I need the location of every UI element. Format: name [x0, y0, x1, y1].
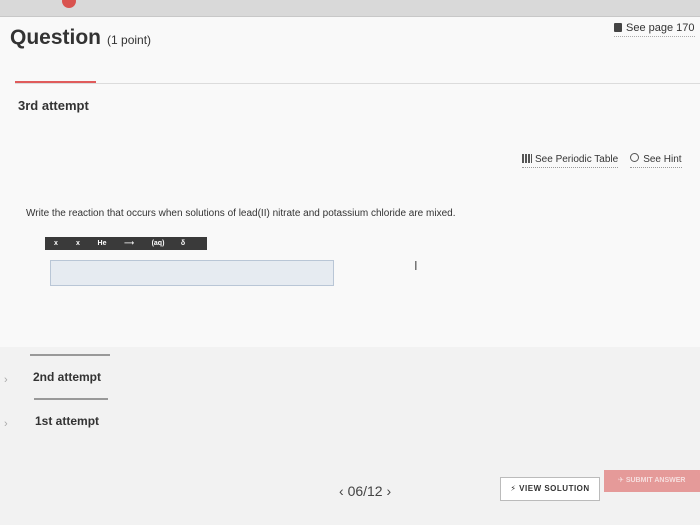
footer: ‹ 06/12 › ⚡ VIEW SOLUTION ✈ SUBMIT ANSWE…	[0, 470, 700, 525]
hint-bulb-icon	[630, 153, 640, 162]
delta-button[interactable]: δ	[173, 237, 193, 250]
question-points: (1 point)	[107, 33, 152, 47]
browser-top-strip	[0, 0, 700, 17]
attempt-label-2nd: 2nd attempt	[33, 370, 102, 384]
question-header: Question (1 point)	[10, 26, 151, 50]
answer-input[interactable]	[50, 260, 334, 286]
submit-icon: ✈	[618, 477, 624, 484]
current-attempt-label: 3rd attempt	[18, 98, 89, 113]
subscript-button[interactable]: x	[45, 237, 67, 250]
question-title: Question	[10, 26, 102, 49]
question-tools: See Periodic Table See Hint	[522, 153, 694, 168]
red-close-dot-icon	[62, 0, 76, 8]
periodic-table-icon	[522, 154, 532, 163]
submit-answer-label: SUBMIT ANSWER	[625, 477, 686, 484]
attempt-row-divider	[30, 354, 110, 356]
attempt-row-divider	[34, 398, 108, 400]
attempt-label-1st: 1st attempt	[35, 414, 100, 428]
chevron-right-icon: ›	[4, 418, 8, 430]
pager: ‹ 06/12 ›	[339, 483, 391, 499]
submit-answer-button[interactable]: ✈ SUBMIT ANSWER	[604, 470, 700, 492]
pager-label: 06/12	[347, 483, 383, 499]
see-page-label: See page 170	[626, 22, 695, 34]
periodic-table-link[interactable]: See Periodic Table	[522, 154, 619, 168]
prev-page-icon[interactable]: ‹	[339, 483, 344, 499]
hint-link[interactable]: See Hint	[630, 153, 682, 168]
view-solution-button[interactable]: ⚡ VIEW SOLUTION	[500, 477, 600, 501]
header-divider	[15, 83, 700, 84]
superscript-button[interactable]: x	[67, 237, 89, 250]
question-prompt: Write the reaction that occurs when solu…	[26, 208, 456, 219]
next-page-icon[interactable]: ›	[387, 483, 392, 499]
question-panel	[0, 17, 700, 347]
aqueous-state-button[interactable]: (aq)	[143, 237, 173, 250]
see-page-link[interactable]: See page 170	[614, 22, 695, 37]
book-icon	[614, 23, 622, 32]
periodic-table-label: See Periodic Table	[535, 154, 619, 165]
formula-toolbar: x x He ⟶ (aq) δ	[45, 237, 207, 250]
text-cursor-icon: I	[414, 258, 418, 273]
chevron-right-icon: ›	[4, 374, 8, 386]
reaction-arrow-button[interactable]: ⟶	[115, 237, 143, 250]
lightning-icon: ⚡	[510, 484, 517, 493]
element-button[interactable]: He	[89, 237, 115, 250]
hint-label: See Hint	[643, 154, 682, 165]
view-solution-label: VIEW SOLUTION	[519, 484, 590, 493]
